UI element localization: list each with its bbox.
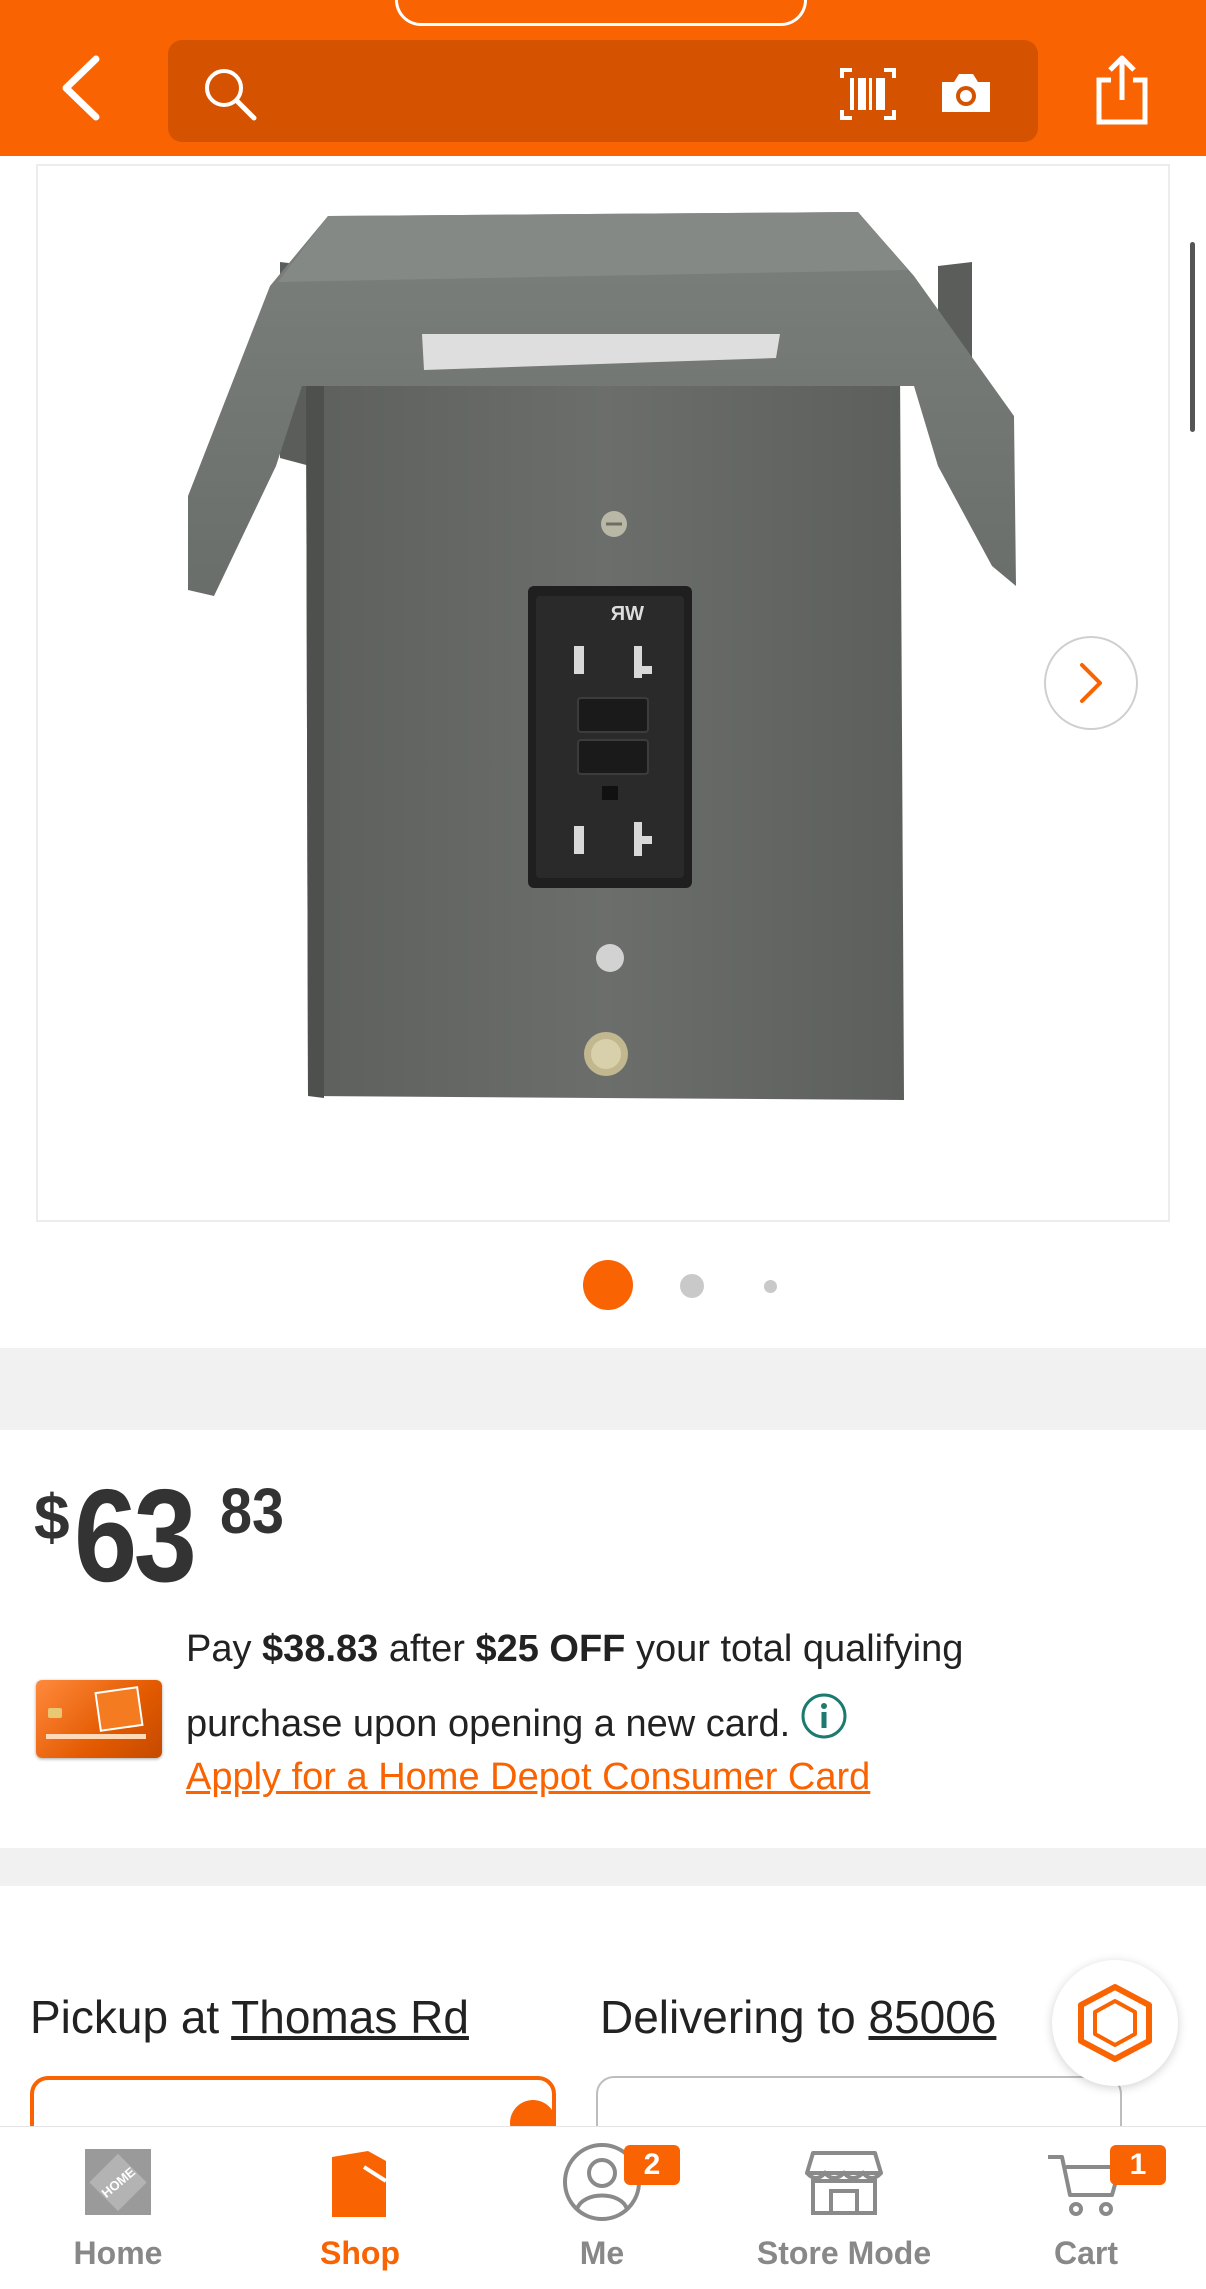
home-depot-card-image [36, 1680, 162, 1758]
credit-card-icon [46, 1686, 146, 1739]
fulfillment-section: Pickup at Thomas Rd Delivering to 85006 [0, 1886, 1206, 2156]
search-bar[interactable] [168, 40, 1038, 142]
me-badge: 2 [624, 2145, 680, 2185]
nav-home[interactable]: HOME Home [8, 2127, 228, 2289]
gfci-outlet-box-image: WR [188, 212, 1016, 1100]
svg-text:WR: WR [610, 603, 644, 625]
share-icon [1096, 55, 1148, 125]
pickup-prefix: Pickup at [30, 1991, 220, 2043]
pickup-store-link[interactable]: Thomas Rd [231, 1991, 469, 2043]
nav-me-label: Me [579, 2235, 625, 2271]
barcode-icon[interactable] [838, 66, 898, 122]
next-image-button[interactable] [1044, 636, 1138, 730]
product-image-gallery: WR [0, 156, 1206, 1348]
top-app-bar [0, 0, 1206, 156]
info-icon[interactable] [800, 1692, 848, 1740]
delivery-zip-link[interactable]: 85006 [868, 1991, 996, 2043]
nav-home-label: Home [73, 2235, 163, 2271]
shop-icon [332, 2151, 388, 2217]
price-currency: $ [34, 1481, 70, 1553]
apply-card-link[interactable]: Apply for a Home Depot Consumer Card [186, 1756, 870, 1799]
promo-line2-text: purchase upon opening a new card. [186, 1703, 791, 1745]
pagination-dot-active[interactable] [583, 1260, 633, 1310]
hexagon-assistant-icon [1078, 1984, 1152, 2062]
pagination-dot[interactable] [680, 1274, 704, 1298]
search-input[interactable] [268, 60, 808, 120]
nav-cart[interactable]: 1 Cart [976, 2127, 1196, 2289]
promo-text-line1: Pay $38.83 after $25 OFF your total qual… [186, 1628, 963, 1671]
back-button[interactable] [48, 52, 112, 124]
nav-store-mode[interactable]: Store Mode [734, 2127, 954, 2289]
promo-text-line2: purchase upon opening a new card. [186, 1692, 848, 1746]
promo-pay-text: Pay [186, 1628, 252, 1670]
gallery-pagination [0, 1258, 1206, 1312]
promo-after-text: after [388, 1628, 465, 1670]
promo-pay-amount: $38.83 [262, 1628, 379, 1670]
back-icon [62, 55, 100, 121]
price-dollars: 63 [74, 1462, 197, 1609]
nav-cart-label: Cart [1053, 2235, 1118, 2271]
product-image[interactable]: WR [36, 164, 1170, 1222]
chevron-right-icon [1080, 663, 1102, 703]
nav-shop-label: Shop [320, 2235, 400, 2271]
share-button[interactable] [1090, 48, 1154, 132]
cart-badge: 1 [1110, 2145, 1166, 2185]
price-section: $ 63 83 Pay $38.83 after $25 OFF your to… [0, 1430, 1206, 1848]
chat-assistant-button[interactable] [1052, 1960, 1178, 2086]
delivery-prefix: Delivering to [600, 1991, 856, 2043]
store-icon [805, 2151, 883, 2215]
status-pill [395, 0, 807, 26]
section-divider [0, 1848, 1206, 1886]
pickup-heading: Pickup at Thomas Rd [30, 1990, 469, 2044]
nav-store-mode-label: Store Mode [756, 2235, 932, 2271]
promo-rest-text: your total qualifying [635, 1628, 964, 1670]
promo-off-amount: $25 OFF [475, 1628, 626, 1670]
vertical-scrollbar[interactable] [1190, 242, 1195, 432]
search-icon [205, 69, 257, 121]
delivery-heading: Delivering to 85006 [600, 1990, 996, 2044]
home-depot-logo-icon: HOME [85, 2149, 151, 2215]
pagination-dot[interactable] [764, 1280, 777, 1293]
bottom-navigation: HOME Home Shop 2 Me Store Mode 1 Cart [0, 2126, 1206, 2288]
section-divider [0, 1348, 1206, 1430]
nav-me[interactable]: 2 Me [492, 2127, 712, 2289]
price-cents: 83 [220, 1475, 285, 1547]
nav-shop[interactable]: Shop [250, 2127, 470, 2289]
camera-icon[interactable] [938, 70, 994, 116]
